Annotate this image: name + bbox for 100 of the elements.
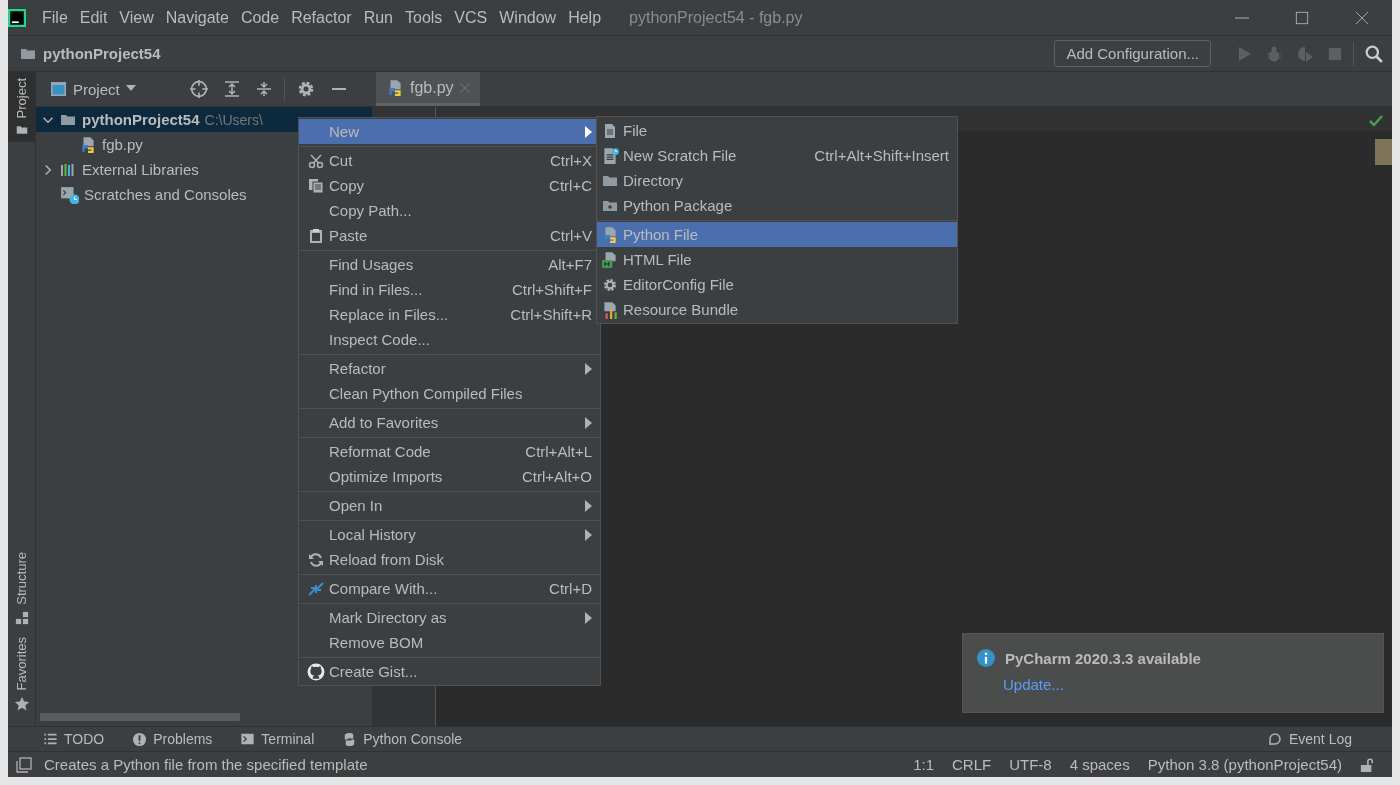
menu-item[interactable]: Remove BOM (299, 630, 600, 655)
menu-bar-item[interactable]: Refactor (285, 4, 358, 31)
menu-item[interactable]: New Scratch File Ctrl+Alt+Shift+Insert (597, 143, 957, 168)
menu-bar-item[interactable]: Navigate (159, 4, 235, 31)
menu-item[interactable]: Create Gist... (299, 659, 600, 684)
tool-window-button[interactable]: Python Console (342, 731, 463, 747)
menu-item[interactable]: Paste Ctrl+V (299, 223, 600, 248)
run-icon (1236, 45, 1252, 62)
notification-title: PyCharm 2020.3.3 available (1005, 649, 1201, 667)
tool-window-button[interactable]: Terminal (240, 731, 315, 747)
document-icon (602, 122, 618, 139)
status-item[interactable]: UTF-8 (1009, 756, 1052, 773)
editor-tab[interactable]: fgb.py (376, 72, 480, 106)
bug-icon (1266, 45, 1282, 62)
menu-item[interactable]: EditorConfig File (597, 272, 957, 297)
menu-item[interactable]: Local History (299, 522, 600, 547)
menu-item[interactable]: Copy Path... (299, 198, 600, 223)
shortcut-text: Ctrl+Shift+R (510, 306, 592, 323)
document-clock-icon (601, 146, 619, 165)
expand-all-icon (223, 81, 240, 97)
menu-item[interactable]: Reformat Code Ctrl+Alt+L (299, 439, 600, 464)
menu-bar-item[interactable]: Edit (73, 4, 114, 31)
shortcut-text: Ctrl+D (549, 580, 592, 597)
menu-bar-item[interactable]: Help (562, 4, 608, 31)
menu-item[interactable]: Reload from Disk (299, 547, 600, 572)
window-title: pythonProject54 - fgb.py (629, 8, 803, 27)
scrollbar[interactable] (40, 713, 240, 721)
exclamation-icon (132, 731, 148, 747)
menu-bar-item[interactable]: Run (357, 4, 399, 31)
menu-item[interactable]: Python Package (597, 193, 957, 218)
menu-item[interactable]: Add to Favorites (299, 410, 600, 435)
shortcut-text: Alt+F7 (548, 256, 592, 273)
view-dropdown[interactable]: Project (47, 78, 138, 100)
menu-item[interactable]: Refactor (299, 356, 600, 381)
menu-item[interactable]: Inspect Code... (299, 327, 600, 352)
shortcut-text: Ctrl+Alt+L (525, 443, 592, 460)
menu-bar-item[interactable]: VCS (448, 4, 494, 31)
tool-window-button[interactable]: TODO (43, 731, 105, 747)
menu-item[interactable]: Resource Bundle (597, 297, 957, 322)
side-tab[interactable]: Favorites (8, 630, 35, 718)
copy-icon (308, 177, 324, 194)
caret-icon (125, 85, 136, 93)
menu-item[interactable]: Compare With... Ctrl+D (299, 576, 600, 601)
shortcut-text: Ctrl+V (549, 227, 592, 244)
checkmark-icon (1368, 113, 1384, 129)
coverage-run-icon (1296, 45, 1314, 62)
menu-bar-item[interactable]: File (36, 4, 74, 31)
menu-item[interactable]: Find Usages Alt+F7 (299, 252, 600, 277)
menu-bar-item[interactable]: Tools (399, 4, 449, 31)
breadcrumb[interactable]: pythonProject54 (43, 45, 161, 62)
speech-bubble-icon (1266, 731, 1283, 747)
panel-icon (16, 756, 32, 773)
menu-bar-item[interactable]: Code (234, 4, 286, 31)
maximize-icon (1295, 10, 1309, 25)
status-item[interactable]: Python 3.8 (pythonProject54) (1147, 756, 1342, 773)
bar-chart-file-icon (601, 300, 619, 319)
menu-item[interactable]: Open In (299, 493, 600, 518)
star-icon (13, 696, 30, 712)
tree-label: fgb.py (102, 136, 143, 153)
menu-item[interactable]: Cut Ctrl+X (299, 148, 600, 173)
search-icon (1365, 44, 1383, 63)
menu-item[interactable]: Copy Ctrl+C (299, 173, 600, 198)
shortcut-text: Ctrl+C (549, 177, 592, 194)
shortcut-text: Ctrl+Alt+Shift+Insert (814, 147, 949, 164)
shortcut-text: Ctrl+X (549, 152, 592, 169)
unlock-icon (1360, 756, 1374, 773)
update-link[interactable]: Update... (1003, 676, 1064, 693)
status-message: Creates a Python file from the specified template (44, 756, 368, 773)
tree-label: pythonProject54 (82, 111, 200, 128)
window-icon (49, 81, 67, 97)
stop-icon (1328, 46, 1342, 61)
terminal-icon (240, 732, 256, 746)
side-tab[interactable]: Project (8, 72, 35, 143)
menu-item[interactable]: Clean Python Compiled Files (299, 381, 600, 406)
add-configuration-button[interactable]: Add Configuration... (1054, 40, 1211, 67)
menu-item[interactable]: Mark Directory as (299, 605, 600, 630)
tool-window-button[interactable]: Problems (132, 731, 213, 747)
side-tab[interactable]: Structure (8, 545, 35, 631)
scroll-marker (1375, 139, 1392, 165)
cat-icon (307, 662, 325, 681)
shortcut-text: Ctrl+Shift+F (511, 281, 592, 298)
settings-icon (296, 80, 315, 98)
menu-item[interactable]: HTML File (597, 247, 957, 272)
minimize-icon (1235, 16, 1249, 19)
menu-bar-item[interactable]: Window (493, 4, 563, 31)
menu-bar-item[interactable]: View (113, 4, 160, 31)
menu-item[interactable]: Find in Files... Ctrl+Shift+F (299, 277, 600, 302)
status-item[interactable]: 4 spaces (1069, 756, 1130, 773)
clipboard-icon (308, 227, 324, 244)
menu-item[interactable]: File (597, 118, 957, 143)
close-icon (459, 82, 470, 93)
event-log-button[interactable]: Event Log (1266, 731, 1352, 747)
menu-item[interactable]: Optimize Imports Ctrl+Alt+O (299, 464, 600, 489)
menu-item[interactable]: Replace in Files... Ctrl+Shift+R (299, 302, 600, 327)
structure-icon (14, 610, 29, 625)
status-item[interactable]: CRLF (952, 756, 992, 773)
arrows-icon (307, 580, 325, 597)
gear-icon (602, 276, 618, 293)
menu-item[interactable]: Directory (597, 168, 957, 193)
status-item[interactable]: 1:1 (913, 756, 934, 773)
